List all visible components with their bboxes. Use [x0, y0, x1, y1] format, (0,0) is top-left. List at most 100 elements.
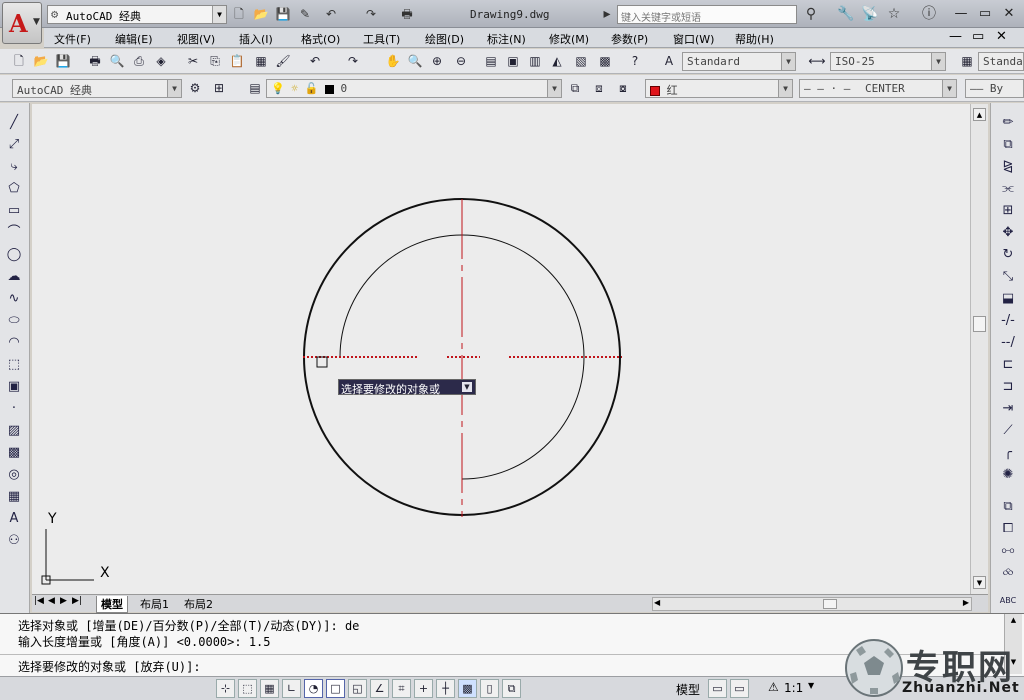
scroll-up-arrow-icon[interactable]: ▲	[973, 108, 986, 121]
menu-dimension[interactable]: 标注(N)	[487, 31, 526, 47]
trim-icon[interactable]: -/-	[998, 311, 1018, 331]
plot-icon[interactable]: 🖶	[86, 52, 104, 70]
dynamic-input-icon[interactable]: +	[414, 679, 433, 698]
join-icon[interactable]: ⇥	[998, 399, 1018, 419]
zoom-previous-icon[interactable]: ⊖	[452, 52, 470, 70]
draw-order-icon[interactable]: ⧉	[998, 497, 1018, 517]
revision-cloud-icon[interactable]: ☁	[4, 267, 24, 287]
redo-icon[interactable]: ↷	[362, 5, 380, 23]
copy-icon[interactable]: ⎘	[206, 52, 224, 70]
tab-nav-next-icon[interactable]: ▶	[60, 596, 67, 606]
scroll-left-arrow-icon[interactable]: ◀	[654, 598, 660, 607]
undo-icon[interactable]: ↶	[306, 52, 324, 70]
stretch-icon[interactable]: ⬓	[998, 289, 1018, 309]
doc-minimize-button[interactable]: —	[949, 29, 962, 44]
lineweight-display-icon[interactable]: ┼	[436, 679, 455, 698]
match-properties-icon[interactable]: 🖌	[274, 52, 292, 70]
copy-object-icon[interactable]: ⧉	[998, 135, 1018, 155]
selection-cycling-icon[interactable]: ⧉	[502, 679, 521, 698]
break-icon[interactable]: ⊐	[998, 377, 1018, 397]
menu-view[interactable]: 视图(V)	[177, 31, 215, 47]
3d-object-snap-icon[interactable]: ◱	[348, 679, 367, 698]
zoom-window-icon[interactable]: ⊕	[428, 52, 446, 70]
chevron-right-icon[interactable]: ▸	[600, 4, 614, 24]
undo-icon[interactable]: ↶	[322, 5, 340, 23]
chevron-down-icon[interactable]: ▼	[462, 382, 472, 392]
offset-icon[interactable]: ⫘	[998, 179, 1018, 199]
color-select[interactable]: 红 ▼	[645, 79, 793, 98]
open-icon[interactable]: 📂	[32, 52, 50, 70]
menu-help[interactable]: 帮助(H)	[735, 31, 774, 47]
doc-restore-button[interactable]: ▭	[972, 29, 984, 44]
sheet-set-icon[interactable]: ◭	[548, 52, 566, 70]
ellipse-icon[interactable]: ⬭	[4, 311, 24, 331]
dim-style-icon[interactable]: ⟷	[808, 52, 826, 70]
subscription-icon[interactable]: 🔧	[836, 4, 856, 24]
lineweight-select[interactable]: —— By	[965, 79, 1024, 98]
ellipse-arc-icon[interactable]: ◠	[4, 333, 24, 353]
object-snap-icon[interactable]: □	[326, 679, 345, 698]
tab-nav-prev-icon[interactable]: ◀	[48, 596, 55, 606]
infer-constraints-icon[interactable]: ⊹	[216, 679, 235, 698]
save-icon[interactable]: 💾	[274, 5, 292, 23]
save-as-icon[interactable]: ✎	[296, 5, 314, 23]
menu-modify[interactable]: 修改(M)	[549, 31, 589, 47]
menu-insert[interactable]: 插入(I)	[239, 31, 273, 47]
scroll-thumb[interactable]	[973, 316, 986, 332]
tool-palettes-icon[interactable]: ▥	[526, 52, 544, 70]
array-icon[interactable]: ⊞	[998, 201, 1018, 221]
calculator-icon[interactable]: ▩	[596, 52, 614, 70]
dim-style-select[interactable]: ISO-25 ▼	[830, 52, 946, 71]
send-to-back-icon[interactable]: ⧟	[998, 541, 1018, 561]
make-current-layer-icon[interactable]: ⧉	[566, 79, 584, 97]
table-icon[interactable]: ▦	[4, 487, 24, 507]
multiline-text-icon[interactable]: A	[4, 509, 24, 529]
annotation-scale-icon[interactable]: ⚠	[768, 680, 779, 694]
layer-previous-icon[interactable]: ⧈	[590, 79, 608, 97]
new-icon[interactable]: 🗋	[10, 52, 28, 70]
region-icon[interactable]: ◎	[4, 465, 24, 485]
add-selected-icon[interactable]: ⚇	[4, 531, 24, 551]
chamfer-icon[interactable]: ⟋	[998, 421, 1018, 441]
snap-mode-icon[interactable]: ⬚	[238, 679, 257, 698]
publish-icon[interactable]: ⎙	[130, 52, 148, 70]
text-above-icon[interactable]: ABC	[998, 591, 1018, 611]
tab-layout1[interactable]: 布局1	[136, 596, 173, 612]
tab-nav-first-icon[interactable]: |◀	[34, 596, 44, 606]
application-menu-button[interactable]: A ▼	[2, 2, 42, 44]
menu-window[interactable]: 窗口(W)	[673, 31, 714, 47]
menu-tools[interactable]: 工具(T)	[363, 31, 400, 47]
restore-button[interactable]: ▭	[972, 4, 998, 24]
erase-icon[interactable]: ✏	[998, 113, 1018, 133]
menu-file[interactable]: 文件(F)	[54, 31, 91, 47]
bring-above-icon[interactable]: ⧝	[998, 563, 1018, 583]
search-input[interactable]: 键入关键字或短语	[617, 5, 797, 24]
tab-layout2[interactable]: 布局2	[180, 596, 217, 612]
grid-display-icon[interactable]: ▦	[260, 679, 279, 698]
help-icon[interactable]: ?	[626, 52, 644, 70]
polygon-icon[interactable]: ⬠	[4, 179, 24, 199]
layer-properties-icon[interactable]: ▤	[246, 79, 264, 97]
construction-line-icon[interactable]: ⤢	[4, 135, 24, 155]
point-icon[interactable]: ·	[4, 399, 24, 419]
close-button[interactable]: ✕	[996, 4, 1022, 24]
layer-display-icon[interactable]: ⊞	[210, 79, 228, 97]
text-style-icon[interactable]: A	[660, 52, 678, 70]
vertical-scrollbar[interactable]: ▲ ▼	[970, 104, 988, 594]
redo-icon[interactable]: ↷	[344, 52, 362, 70]
tab-nav-last-icon[interactable]: ▶|	[72, 596, 82, 606]
quick-view-layouts-icon[interactable]: ▭	[708, 679, 727, 698]
arc-icon[interactable]: ⌒	[4, 223, 24, 243]
command-prompt-input[interactable]: 选择要修改的对象或 [放弃(U)]:	[18, 658, 201, 675]
spline-icon[interactable]: ∿	[4, 289, 24, 309]
workspace-select[interactable]: AutoCAD 经典 ▼	[12, 79, 182, 98]
layer-states-icon[interactable]: ⧇	[614, 79, 632, 97]
help-icon[interactable]: ⓘ	[916, 4, 942, 24]
scroll-down-arrow-icon[interactable]: ▼	[973, 576, 986, 589]
zoom-realtime-icon[interactable]: 🔍	[406, 52, 424, 70]
markup-icon[interactable]: ▧	[572, 52, 590, 70]
chevron-down-icon[interactable]: ▼	[212, 6, 226, 23]
table-style-icon[interactable]: ▦	[958, 52, 976, 70]
scroll-right-arrow-icon[interactable]: ▶	[963, 598, 969, 607]
menu-edit[interactable]: 编辑(E)	[115, 31, 153, 47]
